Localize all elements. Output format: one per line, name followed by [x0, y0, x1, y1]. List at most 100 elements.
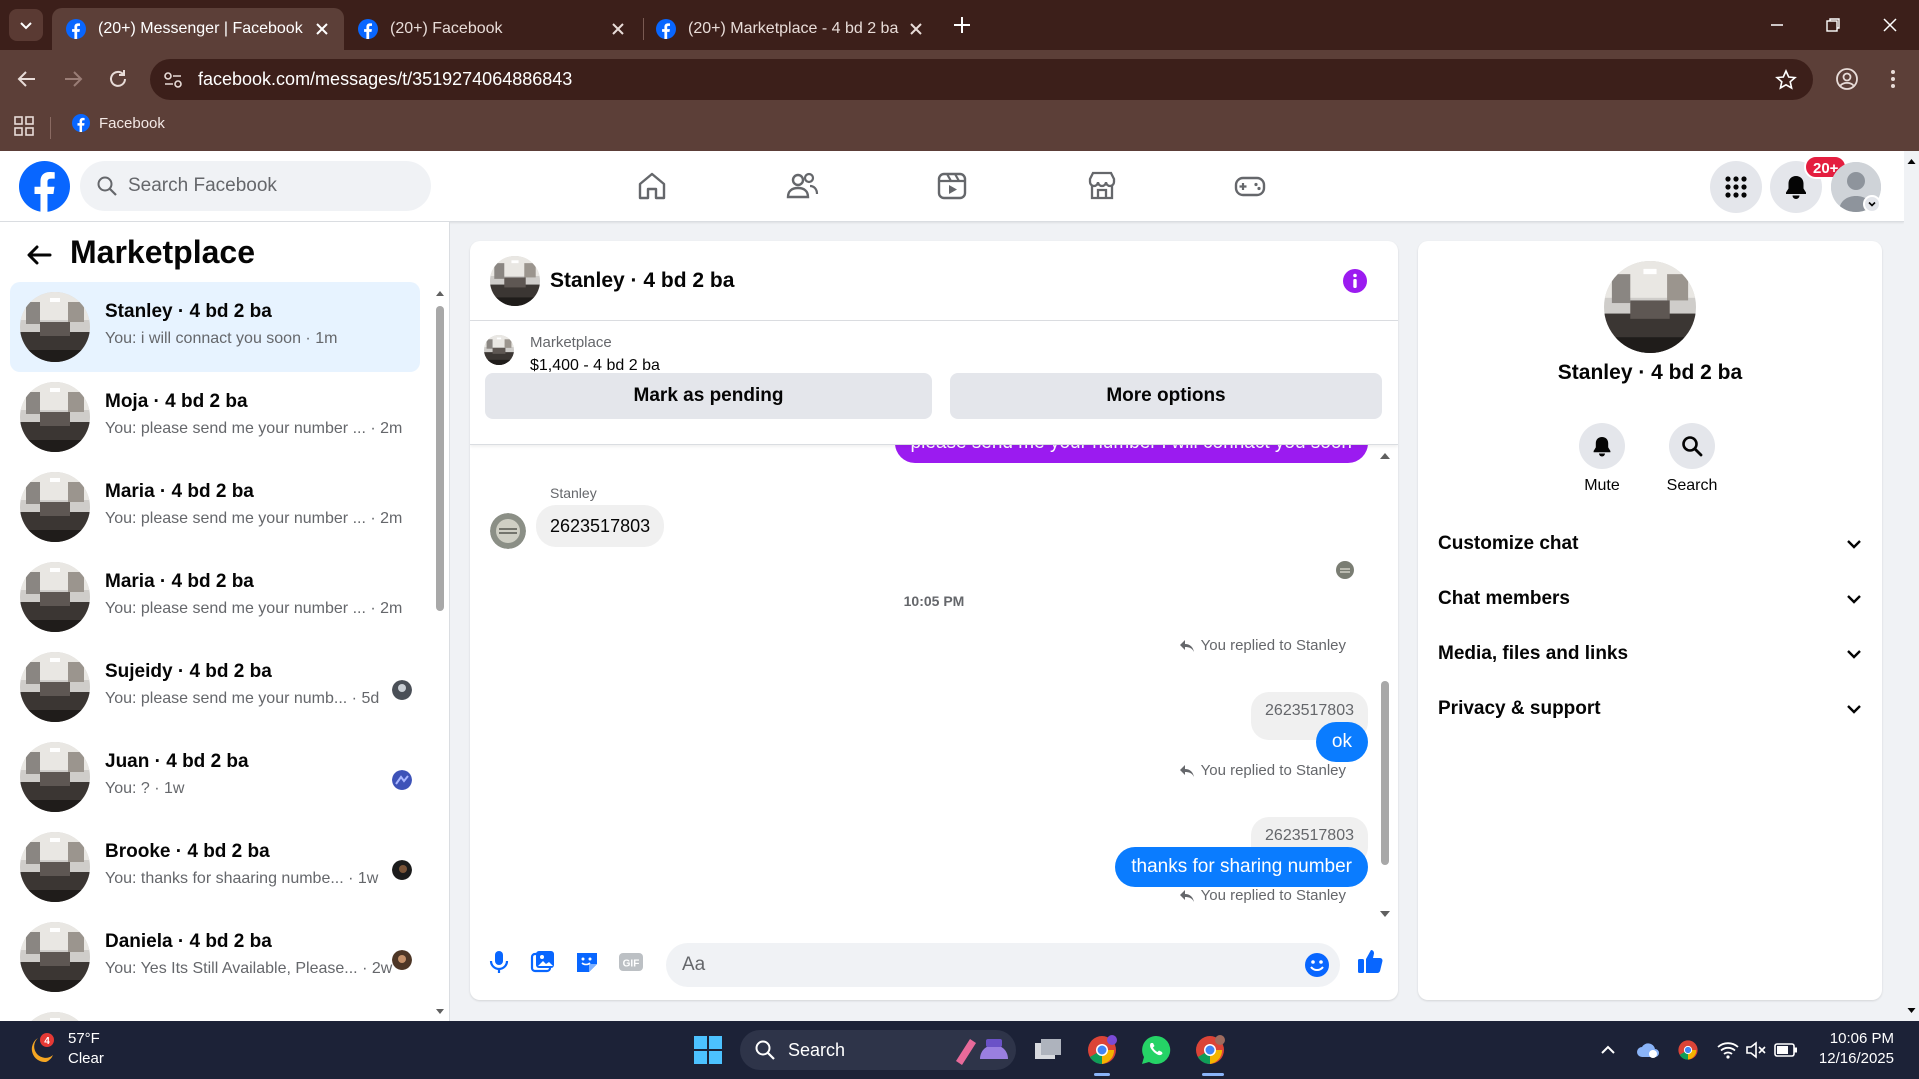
conversation-item[interactable]: Juan · 4 bd 2 ba You: ? · 1w	[10, 732, 420, 822]
back-button[interactable]	[12, 64, 42, 94]
info-icon[interactable]	[1342, 268, 1368, 294]
account-caret[interactable]	[1863, 195, 1881, 213]
listing-thumbnail[interactable]	[484, 335, 514, 365]
reload-button[interactable]	[103, 64, 133, 94]
listing-category: Marketplace	[530, 334, 612, 351]
tab-messenger[interactable]: (20+) Messenger | Facebook	[52, 8, 344, 50]
thumbs-up-icon[interactable]	[1356, 947, 1384, 975]
tab-facebook[interactable]: (20+) Facebook	[344, 8, 640, 50]
gif-icon[interactable]: GIF	[618, 949, 644, 975]
photo-icon[interactable]	[530, 949, 556, 975]
conversation-item[interactable]: Moja · 4 bd 2 ba You: please send me you…	[10, 372, 420, 462]
microphone-icon[interactable]	[486, 949, 512, 975]
mute-circle[interactable]	[1579, 423, 1625, 469]
more-options-button[interactable]: More options	[950, 373, 1382, 419]
message-scrollbar[interactable]	[1378, 449, 1392, 924]
restore-button[interactable]	[1820, 12, 1846, 38]
avatar	[20, 292, 90, 362]
gaming-icon[interactable]	[1233, 169, 1267, 203]
conversation-item[interactable]: Brooke · 4 bd 2 ba You: thanks for shaar…	[10, 822, 420, 912]
sidebar-scrollbar[interactable]	[434, 284, 446, 1021]
page-scrollbar[interactable]	[1904, 151, 1919, 1021]
message-input[interactable]: Aa	[666, 943, 1340, 987]
conversation-item[interactable]: Daniela · 4 bd 2 ba You: Yes Its Still A…	[10, 912, 420, 1002]
address-bar[interactable]: facebook.com/messages/t/3519274064886843	[150, 59, 1813, 100]
tray-overflow-button[interactable]	[1596, 1038, 1620, 1062]
media-files-links-section[interactable]: Media, files and links	[1438, 631, 1862, 677]
friends-icon[interactable]	[785, 169, 819, 203]
message-bubble-incoming[interactable]: 2623517803	[536, 505, 665, 547]
apps-grid-icon[interactable]	[14, 116, 34, 136]
avatar[interactable]	[1604, 261, 1696, 353]
browser-menu-button[interactable]	[1878, 64, 1908, 94]
mute-button[interactable]: Mute	[1562, 423, 1642, 495]
weather-desc: Clear	[68, 1050, 104, 1067]
taskbar-app-task-view[interactable]	[1030, 1032, 1066, 1068]
menu-button[interactable]	[1710, 161, 1762, 213]
profile-button[interactable]	[1832, 64, 1862, 94]
taskbar-search[interactable]: Search	[740, 1030, 1016, 1070]
conversation-item[interactable]: Stanley · 4 bd 2 ba You: i will connact …	[10, 282, 420, 372]
close-icon[interactable]	[314, 21, 330, 37]
facebook-favicon-icon	[72, 114, 90, 132]
taskbar-app-chrome-profile[interactable]	[1084, 1032, 1120, 1068]
avatar[interactable]	[490, 256, 540, 306]
url-text[interactable]: facebook.com/messages/t/3519274064886843	[198, 69, 572, 90]
taskbar-app-chrome[interactable]	[1192, 1032, 1228, 1068]
tray-volume[interactable]	[1744, 1038, 1768, 1062]
weather-widget[interactable]: 4 57°F Clear	[24, 1029, 104, 1069]
emoji-icon[interactable]	[1304, 952, 1330, 978]
conversation-item[interactable]: Sujeidy · 4 bd 2 ba You: please send me …	[10, 642, 420, 732]
facebook-logo-icon[interactable]	[19, 161, 70, 212]
tray-onedrive[interactable]	[1636, 1038, 1660, 1062]
message-bubble-outgoing[interactable]: ok	[1315, 722, 1368, 762]
windows-taskbar: 4 57°F Clear Search 10:06 PM 12/16/2025	[0, 1021, 1919, 1079]
tab-search-button[interactable]	[9, 9, 43, 41]
home-icon[interactable]	[635, 169, 669, 203]
chevron-down-icon	[1847, 595, 1861, 604]
tray-wifi[interactable]	[1716, 1038, 1740, 1062]
tray-chrome[interactable]	[1676, 1038, 1700, 1062]
conversation-name: Juan · 4 bd 2 ba	[105, 751, 249, 772]
tray-battery[interactable]	[1774, 1038, 1798, 1062]
windows-start-icon[interactable]	[693, 1035, 723, 1065]
arrow-left-icon[interactable]	[24, 240, 54, 270]
taskbar-clock[interactable]: 10:06 PM 12/16/2025	[1800, 1029, 1894, 1069]
clock-time: 10:06 PM	[1829, 1030, 1894, 1047]
conversation-item[interactable]: Maria · 4 bd 2 ba You: please send me yo…	[10, 462, 420, 552]
search-in-conversation-button[interactable]: Search	[1652, 423, 1732, 495]
sticker-icon[interactable]	[574, 949, 600, 975]
marketplace-icon[interactable]	[1085, 169, 1119, 203]
replied-label: You replied to Stanley	[1179, 887, 1346, 904]
conversation-item[interactable]	[10, 1002, 420, 1021]
taskbar-app-whatsapp[interactable]	[1138, 1032, 1174, 1068]
mark-as-pending-button[interactable]: Mark as pending	[485, 373, 932, 419]
scrollbar-thumb[interactable]	[1381, 681, 1389, 865]
message-input-placeholder: Aa	[682, 954, 706, 975]
conversation-item[interactable]: Maria · 4 bd 2 ba You: please send me yo…	[10, 552, 420, 642]
search-circle[interactable]	[1669, 423, 1715, 469]
site-info-icon[interactable]	[162, 69, 184, 91]
message-bubble-outgoing[interactable]: please send me your number i will connac…	[894, 445, 1368, 463]
customize-chat-section[interactable]: Customize chat	[1438, 521, 1862, 567]
chat-members-section[interactable]: Chat members	[1438, 576, 1862, 622]
tab-title: (20+) Messenger | Facebook	[98, 20, 303, 37]
tab-marketplace[interactable]: (20+) Marketplace - 4 bd 2 ba |	[642, 8, 938, 50]
privacy-support-section[interactable]: Privacy & support	[1438, 686, 1862, 732]
message-bubble-outgoing[interactable]: thanks for sharing number	[1115, 847, 1368, 887]
star-bookmark-icon[interactable]	[1775, 69, 1797, 91]
minimize-button[interactable]	[1764, 12, 1790, 38]
forward-button[interactable]	[58, 64, 88, 94]
facebook-favicon-icon	[656, 19, 676, 39]
bookmark-facebook[interactable]: Facebook	[72, 114, 165, 132]
facebook-search-input[interactable]: Search Facebook	[80, 161, 431, 211]
chat-title[interactable]: Stanley · 4 bd 2 ba	[550, 269, 734, 293]
seen-avatar-icon	[392, 680, 412, 700]
close-icon[interactable]	[610, 21, 626, 37]
close-window-button[interactable]	[1877, 12, 1903, 38]
video-icon[interactable]	[935, 169, 969, 203]
new-tab-icon[interactable]	[950, 13, 974, 37]
close-icon[interactable]	[908, 21, 924, 37]
scrollbar-thumb[interactable]	[436, 306, 444, 611]
conversation-name: Brooke · 4 bd 2 ba	[105, 841, 270, 862]
